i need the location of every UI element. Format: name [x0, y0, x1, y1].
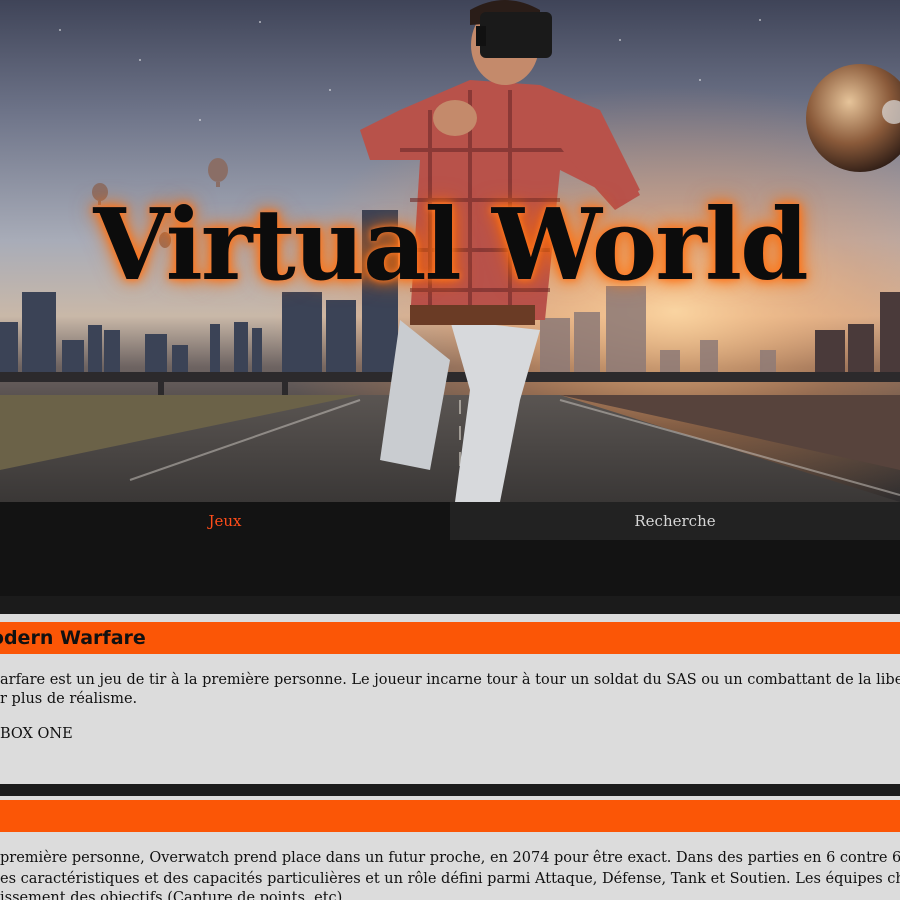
article-platforms: BOX ONE: [0, 726, 73, 742]
article-card: première personne, Overwatch prend place…: [0, 796, 900, 900]
article-title: Modern Warfare: [0, 622, 900, 654]
article-card: Modern Warfare arfare est un jeu de tir …: [0, 614, 900, 784]
article-title: [0, 800, 900, 832]
article-text-line: issement des objectifs (Capture de point…: [0, 890, 347, 900]
site-title: Virtual World: [93, 188, 808, 303]
banner: Virtual World: [0, 0, 900, 502]
tab-jeux[interactable]: Jeux: [0, 502, 450, 540]
main-nav: Jeux Recherche: [0, 502, 900, 596]
article-text-line: première personne, Overwatch prend place…: [0, 850, 900, 866]
tab-recherche[interactable]: Recherche: [450, 502, 900, 540]
article-text-line: r plus de réalisme.: [0, 691, 138, 707]
